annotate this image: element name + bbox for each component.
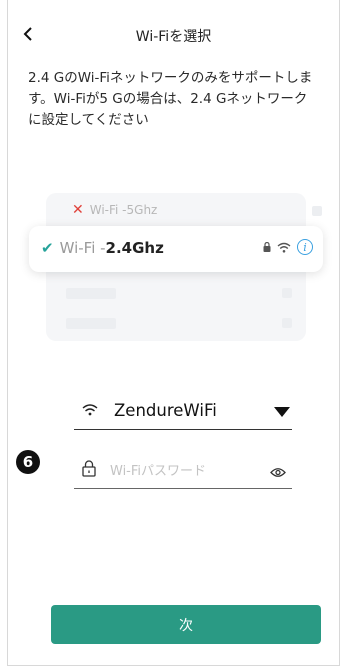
wifi-icon bbox=[277, 242, 291, 253]
placeholder-row bbox=[60, 288, 292, 300]
info-icon[interactable]: i bbox=[297, 239, 313, 255]
header: Wi-Fiを選択 bbox=[8, 0, 339, 60]
instruction-text: 2.4 GのWi-Fiネットワークのみをサポートします。Wi-Fiが5 Gの場合… bbox=[28, 70, 313, 128]
screen-frame: Wi-Fiを選択 2.4 GのWi-Fiネットワークのみをサポートします。Wi-… bbox=[7, 0, 340, 666]
password-input[interactable] bbox=[108, 460, 262, 482]
x-icon: ✕ bbox=[72, 202, 84, 218]
row-24g-prefix: Wi-Fi - bbox=[59, 239, 106, 257]
next-button[interactable]: 次 bbox=[51, 605, 321, 644]
step-badge: 6 bbox=[16, 450, 40, 474]
illustration-row-24g: ✔ Wi-Fi - 2.4Ghz i bbox=[29, 226, 323, 272]
selected-ssid: ZendureWiFi bbox=[114, 401, 217, 420]
row-24g-band: 2.4Ghz bbox=[105, 239, 164, 257]
lock-icon bbox=[263, 242, 271, 252]
password-field bbox=[74, 452, 292, 489]
row-5g-band: 5Ghz bbox=[126, 203, 158, 217]
wifi-network-select[interactable]: ZendureWiFi bbox=[74, 393, 292, 430]
caret-down-icon[interactable] bbox=[274, 407, 290, 417]
page-title: Wi-Fiを選択 bbox=[135, 29, 212, 45]
check-icon: ✔ bbox=[41, 238, 54, 257]
show-password-toggle[interactable] bbox=[270, 463, 286, 482]
eye-icon bbox=[270, 468, 286, 477]
illustration-row-5g: ✕ Wi-Fi - 5Ghz bbox=[72, 202, 322, 218]
wifi-icon bbox=[82, 404, 98, 416]
lock-icon bbox=[82, 460, 96, 477]
placeholder-row bbox=[60, 318, 292, 330]
placeholder-square bbox=[312, 206, 322, 216]
row-5g-prefix: Wi-Fi - bbox=[89, 203, 127, 217]
